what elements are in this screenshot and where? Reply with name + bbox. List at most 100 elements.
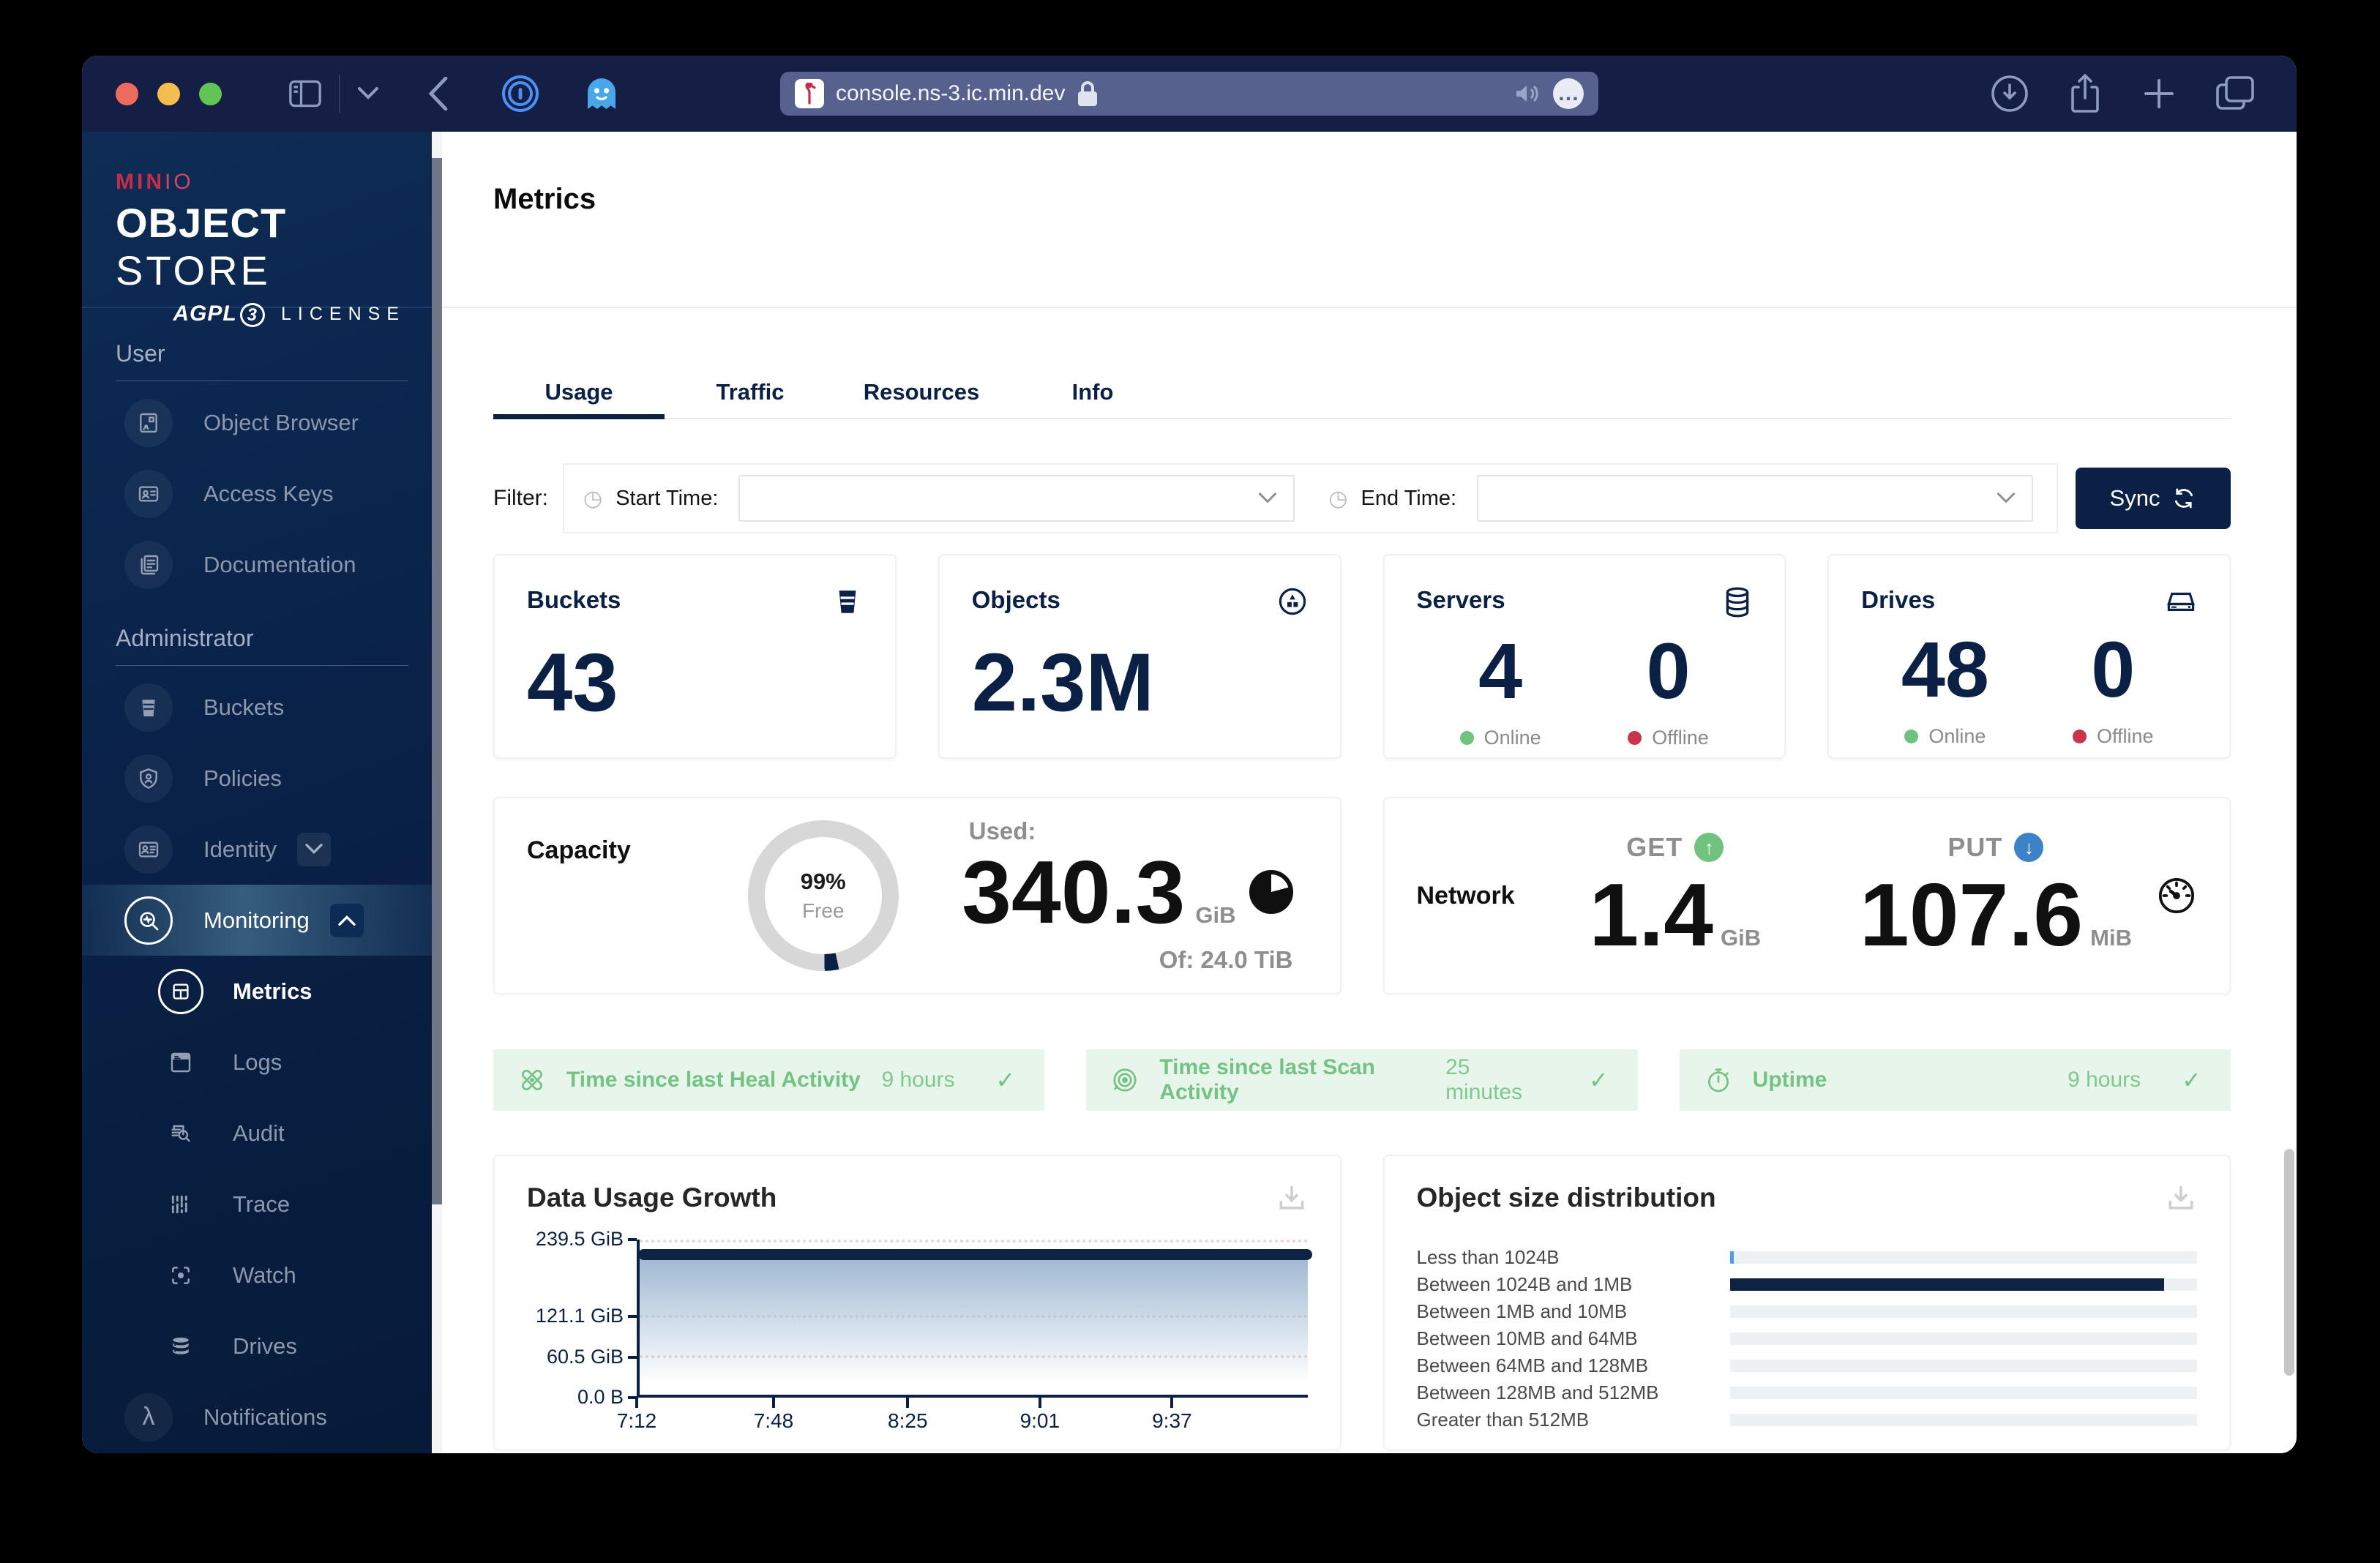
downloads-icon[interactable]: [1991, 75, 2029, 113]
sidebar-toggle-icon[interactable]: [289, 80, 321, 108]
zoom-window-button[interactable]: [199, 82, 222, 105]
drives-card-title: Drives: [1861, 586, 1936, 613]
page-header: Metrics: [442, 132, 2297, 308]
distribution-row: Between 64MB and 128MB: [1416, 1352, 2197, 1379]
mute-icon[interactable]: [1513, 82, 1540, 105]
identity-expand-chevron-icon[interactable]: [296, 832, 331, 866]
get-label: GET: [1626, 832, 1683, 862]
start-time-label: Start Time:: [615, 486, 719, 510]
objects-card-title: Objects: [971, 586, 1060, 613]
check-icon: ✓: [1588, 1067, 1609, 1093]
sidebar-item-drives[interactable]: Drives: [82, 1311, 442, 1382]
chevron-down-icon[interactable]: [358, 87, 378, 100]
sidebar-item-notifications[interactable]: λ Notifications: [82, 1382, 442, 1453]
sidebar-item-label: Trace: [233, 1191, 291, 1217]
sidebar: MINIO OBJECT STORE AGPL 3 LICENSE User Ob…: [82, 132, 442, 1453]
sync-button[interactable]: Sync: [2076, 468, 2231, 529]
sidebar-item-metrics[interactable]: Metrics: [82, 956, 442, 1027]
download-chart-icon[interactable]: [1276, 1182, 1308, 1215]
sidebar-item-documentation[interactable]: Documentation: [82, 529, 442, 600]
start-time-select[interactable]: [738, 475, 1295, 522]
servers-card: Servers 4 Online 0 Offline: [1382, 554, 1786, 759]
sidebar-item-label: Identity: [203, 836, 277, 862]
tab-resources[interactable]: Resources: [836, 367, 1007, 418]
share-icon[interactable]: [2068, 74, 2102, 113]
distribution-category-label: Between 1024B and 1MB: [1416, 1273, 1633, 1295]
monitoring-icon: [124, 896, 173, 945]
agpl-badge: AGPL 3: [173, 301, 266, 327]
distribution-category-label: Between 128MB and 512MB: [1416, 1382, 1659, 1403]
screen: console.ns-3.ic.min.dev … MINIO OBJECT S…: [0, 0, 2380, 1563]
arrow-up-circle-icon: ↑: [1694, 833, 1724, 862]
sidebar-item-access-keys[interactable]: Access Keys: [82, 458, 442, 529]
more-options-icon[interactable]: …: [1553, 78, 1584, 109]
distribution-category-label: Between 1MB and 10MB: [1416, 1300, 1628, 1322]
tab-traffic[interactable]: Traffic: [665, 367, 836, 418]
servers-icon: [1723, 586, 1752, 618]
sidebar-item-buckets[interactable]: Buckets: [82, 672, 442, 743]
distribution-row: Between 10MB and 64MB: [1417, 1325, 2197, 1352]
back-icon[interactable]: [428, 77, 449, 110]
uptime-bar: Uptime 9 hours ✓: [1679, 1049, 2231, 1111]
arrow-down-circle-icon: ↓: [2014, 833, 2044, 862]
servers-offline-count: 0: [1646, 626, 1691, 715]
filter-label: Filter:: [493, 486, 548, 510]
put-unit: MiB: [2090, 925, 2132, 951]
x-tick-label: 8:25: [888, 1409, 928, 1432]
sidebar-scrollbar-thumb[interactable]: [432, 158, 442, 1204]
minio-logo: MINIO OBJECT STORE AGPL 3 LICENSE: [82, 132, 442, 327]
scan-activity-label: Time since last Scan Activity: [1159, 1055, 1375, 1104]
new-tab-icon[interactable]: [2141, 76, 2177, 111]
sidebar-scrollbar[interactable]: [432, 132, 442, 1453]
speedometer-icon: [2156, 875, 2197, 916]
x-tick-mark: [771, 1398, 775, 1408]
documentation-icon: [124, 540, 173, 589]
main-scrollbar-thumb[interactable]: [2284, 1149, 2294, 1376]
sidebar-item-audit[interactable]: Audit: [82, 1098, 442, 1169]
sidebar-item-label: Policies: [203, 765, 282, 791]
network-card: Network GET ↑ 1.4 GiB PUT ↓ 107.6 MiB: [1382, 797, 2231, 994]
put-value: 107.6: [1859, 865, 2084, 964]
sidebar-item-watch[interactable]: Watch: [82, 1240, 442, 1311]
clock-icon: ◷: [583, 486, 603, 511]
sidebar-item-logs[interactable]: Logs: [82, 1027, 442, 1098]
get-value: 1.4: [1589, 865, 1713, 964]
close-window-button[interactable]: [116, 82, 138, 105]
address-bar[interactable]: console.ns-3.ic.min.dev …: [780, 72, 1598, 116]
tabs-overview-icon[interactable]: [2216, 76, 2254, 111]
x-tick-label: 9:37: [1152, 1409, 1192, 1432]
heal-activity-bar: Time since last Heal Activity 9 hours ✓: [493, 1049, 1045, 1111]
usage-chart-x-axis: 7:12 7:48 8:25 9:01 9:37: [617, 1398, 1308, 1432]
sidebar-item-object-browser[interactable]: Object Browser: [82, 387, 442, 458]
y-tick-label: 0.0 B: [577, 1386, 624, 1409]
license-label: LICENSE: [281, 303, 405, 324]
y-tick-label: 121.1 GiB: [535, 1305, 624, 1327]
tab-info[interactable]: Info: [1007, 367, 1178, 418]
lambda-icon: λ: [124, 1393, 173, 1442]
site-favicon-minio: [795, 79, 824, 108]
check-icon: ✓: [995, 1067, 1016, 1093]
x-tick-mark: [635, 1398, 638, 1408]
distribution-bar-track: [1729, 1251, 2197, 1264]
capacity-card: Capacity 99% Free Used: 340.3 GiB Of: 24…: [493, 797, 1341, 994]
ghostery-extension-icon[interactable]: [585, 75, 618, 113]
status-bars-row: Time since last Heal Activity 9 hours ✓ …: [493, 1049, 2231, 1111]
sidebar-item-label: Audit: [233, 1120, 285, 1146]
end-time-select[interactable]: [1477, 475, 2034, 522]
filter-row: Filter: ◷ Start Time: ◷ End Time: Sync: [493, 463, 2231, 533]
sidebar-item-identity[interactable]: Identity: [82, 814, 442, 885]
distribution-category-label: Between 64MB and 128MB: [1416, 1354, 1649, 1376]
distribution-bar-track: [1729, 1360, 2197, 1372]
capacity-title: Capacity: [527, 836, 631, 864]
onepassword-extension-icon[interactable]: [501, 75, 539, 113]
x-tick-mark: [1038, 1398, 1041, 1408]
sidebar-item-monitoring[interactable]: Monitoring: [82, 885, 442, 956]
sidebar-item-policies[interactable]: Policies: [82, 743, 442, 814]
tab-usage[interactable]: Usage: [493, 367, 665, 419]
monitoring-collapse-chevron-icon[interactable]: [329, 903, 364, 937]
minimize-window-button[interactable]: [157, 82, 180, 105]
distribution-bar-fill: [1729, 1251, 1734, 1264]
download-chart-icon[interactable]: [2165, 1182, 2197, 1215]
sidebar-item-trace[interactable]: Trace: [82, 1169, 442, 1240]
usage-area-fill: [640, 1254, 1308, 1395]
